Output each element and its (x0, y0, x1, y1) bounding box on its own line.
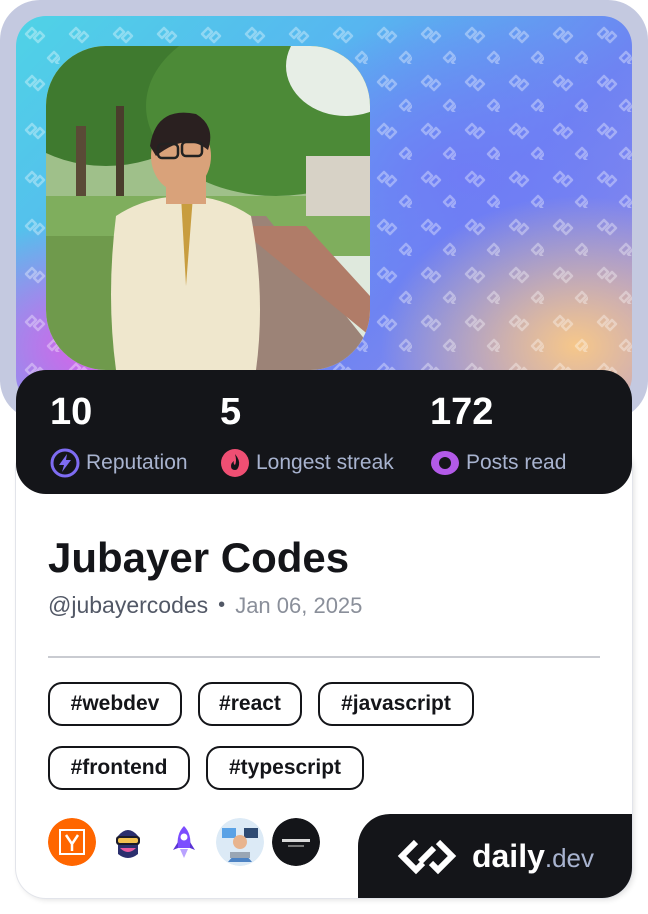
vr-headset-icon (104, 818, 152, 866)
profile-photo (46, 46, 370, 370)
brand-name: daily.dev (471, 837, 595, 874)
source-hacker-news[interactable] (48, 818, 96, 866)
profile-name: Jubayer Codes (48, 534, 350, 581)
posts-label: Posts read (466, 451, 567, 474)
streak-value: 5 (220, 391, 242, 433)
stat-longest-streak: 5 Longest streak (220, 388, 394, 478)
brand-footer[interactable]: daily.dev (358, 814, 632, 898)
stats-bar: 10 Reputation 5 Longest streak 172 Posts (16, 370, 632, 494)
divider (48, 656, 600, 658)
source-vr[interactable] (104, 818, 152, 866)
joined-date: Jan 06, 2025 (235, 592, 363, 618)
source-rocket[interactable] (160, 818, 208, 866)
streak-label: Longest streak (256, 451, 394, 474)
tag-typescript[interactable]: #typescript (206, 746, 364, 790)
source-developer[interactable] (216, 818, 264, 866)
source-dark[interactable] (272, 818, 320, 866)
stat-reputation: 10 Reputation (50, 388, 188, 478)
profile-handle[interactable]: @jubayercodes (48, 592, 208, 619)
tag-react[interactable]: #react (198, 682, 302, 726)
lightning-icon (50, 448, 80, 478)
posts-value: 172 (430, 391, 494, 433)
dark-logo-icon (272, 818, 320, 866)
separator-dot: • (218, 594, 226, 616)
flame-icon (221, 449, 249, 477)
developer-avatar-icon (216, 818, 264, 866)
tag-webdev[interactable]: #webdev (48, 682, 182, 726)
stat-posts-read: 172 Posts read (430, 388, 566, 478)
reputation-value: 10 (50, 391, 93, 433)
reputation-label: Reputation (86, 451, 188, 474)
cover-banner (16, 16, 632, 406)
daily-dev-logo-icon (397, 839, 457, 875)
tag-frontend[interactable]: #frontend (48, 746, 190, 790)
tag-javascript[interactable]: #javascript (318, 682, 474, 726)
profile-meta: @jubayercodes • Jan 06, 2025 (48, 592, 362, 619)
rocket-icon (160, 818, 208, 866)
brand-suffix: .dev (544, 842, 595, 873)
y-combinator-icon (48, 818, 96, 866)
eye-icon (431, 451, 459, 475)
